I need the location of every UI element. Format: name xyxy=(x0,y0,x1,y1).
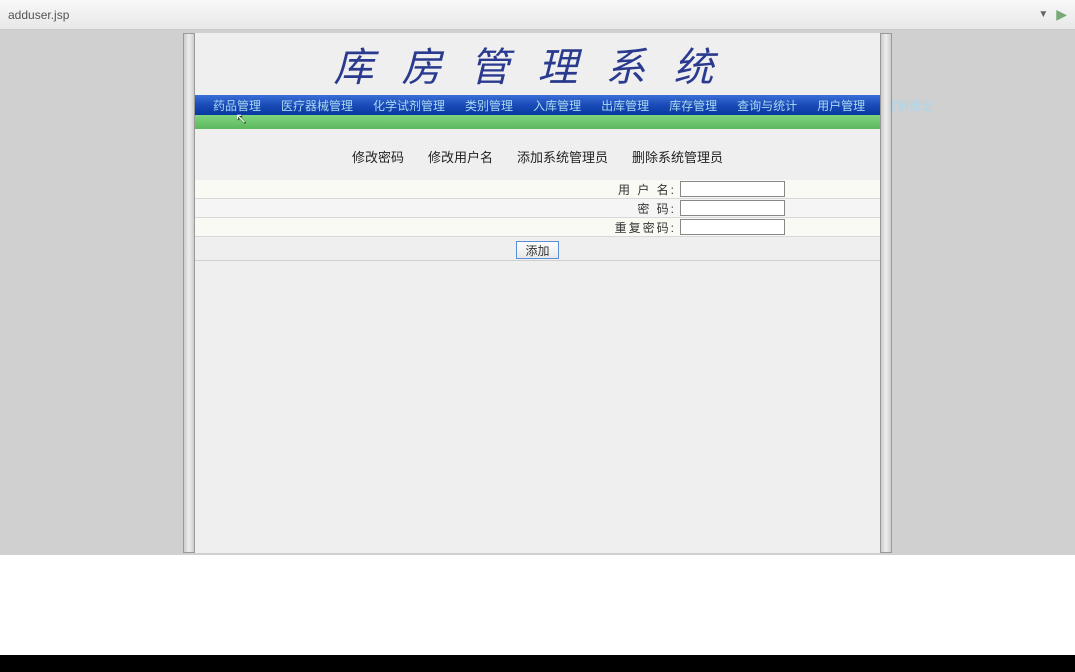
nav-category-mgmt[interactable]: 类别管理 xyxy=(455,97,523,114)
sub-nav: 修改密码 修改用户名 添加系统管理员 删除系统管理员 xyxy=(195,147,880,166)
nav-chemical-mgmt[interactable]: 化学试剂管理 xyxy=(363,97,455,114)
bottom-whitespace xyxy=(0,555,1075,655)
password-row: 密 码: xyxy=(195,199,880,218)
username-row: 用 户 名: xyxy=(195,180,880,199)
browser-address-bar: adduser.jsp ▼ ▶ xyxy=(0,0,1075,30)
green-divider: ↖ xyxy=(195,115,880,129)
add-button[interactable]: 添加 xyxy=(516,241,558,259)
subnav-change-password[interactable]: 修改密码 xyxy=(352,147,404,166)
title-area: 库房管理系统 xyxy=(195,33,880,95)
content-area: 修改密码 修改用户名 添加系统管理员 删除系统管理员 用 户 名: 密 码: xyxy=(195,129,880,553)
subnav-change-username[interactable]: 修改用户名 xyxy=(428,147,493,166)
right-scrollbar[interactable] xyxy=(880,33,892,553)
go-icon[interactable]: ▶ xyxy=(1056,6,1067,23)
password-label: 密 码: xyxy=(195,200,680,217)
nav-stock-mgmt[interactable]: 库存管理 xyxy=(659,97,727,114)
repeat-password-row: 重复密码: xyxy=(195,218,880,237)
nav-inbound-mgmt[interactable]: 入库管理 xyxy=(523,97,591,114)
password-input[interactable] xyxy=(680,200,785,216)
nav-query-stats[interactable]: 查询与统计 xyxy=(727,97,807,114)
repeat-password-label: 重复密码: xyxy=(195,219,680,236)
page-background: 库房管理系统 药品管理 医疗器械管理 化学试剂管理 类别管理 入库管理 出库管理… xyxy=(0,30,1075,555)
left-scrollbar[interactable] xyxy=(183,33,195,553)
page-title: 库房管理系统 xyxy=(334,35,742,93)
subnav-add-admin[interactable]: 添加系统管理员 xyxy=(517,147,608,166)
url-text: adduser.jsp xyxy=(8,8,69,22)
username-input[interactable] xyxy=(680,181,785,197)
nav-outbound-mgmt[interactable]: 出库管理 xyxy=(591,97,659,114)
dropdown-icon[interactable]: ▼ xyxy=(1038,9,1048,20)
repeat-password-input[interactable] xyxy=(680,219,785,235)
main-panel: 库房管理系统 药品管理 医疗器械管理 化学试剂管理 类别管理 入库管理 出库管理… xyxy=(195,33,880,553)
cursor-icon: ↖ xyxy=(235,110,247,127)
main-nav: 药品管理 医疗器械管理 化学试剂管理 类别管理 入库管理 出库管理 库存管理 查… xyxy=(195,95,880,115)
subnav-delete-admin[interactable]: 删除系统管理员 xyxy=(632,147,723,166)
nav-user-mgmt[interactable]: 用户管理 xyxy=(807,97,875,114)
bottom-bar xyxy=(0,655,1075,672)
username-label: 用 户 名: xyxy=(195,181,680,198)
add-user-form: 用 户 名: 密 码: 重复密码: 添加 xyxy=(195,180,880,261)
submit-row: 添加 xyxy=(195,237,880,261)
nav-device-mgmt[interactable]: 医疗器械管理 xyxy=(271,97,363,114)
